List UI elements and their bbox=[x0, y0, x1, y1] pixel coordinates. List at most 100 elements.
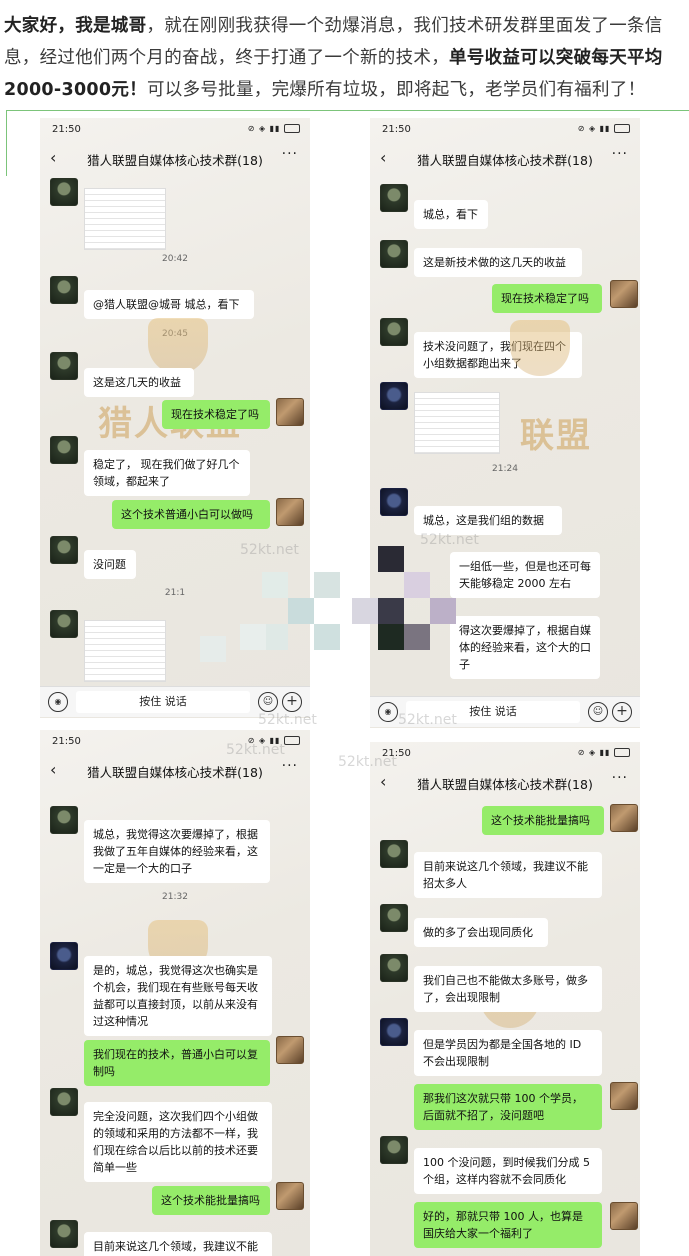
input-bar: ◉ 按住 说话 ☺ + bbox=[40, 686, 310, 717]
message-bubble: 没问题 bbox=[84, 550, 136, 579]
more-icon[interactable]: ··· bbox=[612, 146, 628, 162]
avatar[interactable] bbox=[50, 942, 78, 970]
status-icons: ⊘ ◈ ▮▮ bbox=[578, 748, 630, 757]
avatar-self[interactable] bbox=[276, 398, 304, 426]
avatar[interactable] bbox=[50, 610, 78, 638]
message-bubble-self: 那我们这次就只带 100 个学员，后面就不招了，没问题吧 bbox=[414, 1084, 602, 1130]
plus-icon[interactable]: + bbox=[612, 702, 632, 722]
avatar-self[interactable] bbox=[610, 1202, 638, 1230]
message-bubble: 城总，这是我们组的数据 bbox=[414, 506, 562, 535]
avatar[interactable] bbox=[380, 488, 408, 516]
message-bubble: 城总，看下 bbox=[414, 200, 488, 229]
avatar[interactable] bbox=[380, 954, 408, 982]
message-bubble-self: 现在技术稳定了吗 bbox=[162, 400, 270, 429]
image-message[interactable] bbox=[414, 392, 500, 454]
status-bar: 21:50 ⊘ ◈ ▮▮ bbox=[370, 742, 640, 764]
message-bubble: 做的多了会出现同质化 bbox=[414, 918, 548, 947]
logo-watermark: 联盟 bbox=[520, 416, 592, 456]
avatar[interactable] bbox=[50, 806, 78, 834]
avatar[interactable] bbox=[380, 1018, 408, 1046]
message-bubble: 100 个没问题，到时候我们分成 5 个组，这样内容就不会同质化 bbox=[414, 1148, 602, 1194]
avatar-self[interactable] bbox=[276, 1036, 304, 1064]
message-bubble: 目前来说这几个领域，我建议不能招太多人 bbox=[414, 852, 602, 898]
status-bar: 21:50 ⊘ ◈ ▮▮ bbox=[40, 730, 310, 752]
emoji-icon[interactable]: ☺ bbox=[588, 702, 608, 722]
avatar-self[interactable] bbox=[610, 804, 638, 832]
intro-ending: 可以多号批量，完爆所有垃圾，即将起飞，老学员们有福利了！ bbox=[146, 80, 646, 100]
intro-paragraph: 大家好，我是城哥，就在刚刚我获得一个劲爆消息，我们技术研发群里面发了一条信息，经… bbox=[4, 10, 684, 106]
avatar[interactable] bbox=[380, 240, 408, 268]
status-time: 21:50 bbox=[52, 736, 81, 747]
timestamp: 20:42 bbox=[162, 254, 188, 264]
image-message[interactable] bbox=[84, 620, 166, 682]
more-icon[interactable]: ··· bbox=[282, 146, 298, 162]
message-bubble: @猎人联盟@城哥 城总，看下 bbox=[84, 290, 254, 319]
hold-to-talk-button[interactable]: 按住 说话 bbox=[406, 701, 580, 723]
group-title: 猎人联盟自媒体核心技术群(18) bbox=[417, 777, 593, 792]
green-divider-vertical bbox=[6, 110, 7, 176]
avatar[interactable] bbox=[380, 184, 408, 212]
chat-titlebar: ‹ 猎人联盟自媒体核心技术群(18) ··· bbox=[40, 142, 310, 174]
status-icons: ⊘ ◈ ▮▮ bbox=[248, 124, 300, 133]
hold-to-talk-button[interactable]: 按住 说话 bbox=[76, 691, 250, 713]
message-bubble: 得这次要爆掉了，根据自媒体的经验来看，这个大的口子 bbox=[450, 616, 600, 679]
avatar[interactable] bbox=[380, 382, 408, 410]
avatar[interactable] bbox=[380, 318, 408, 346]
voice-icon[interactable]: ◉ bbox=[48, 692, 68, 712]
more-icon[interactable]: ··· bbox=[612, 770, 628, 786]
chat-screenshot-4: 21:50 ⊘ ◈ ▮▮ ‹ 猎人联盟自媒体核心技术群(18) ··· 这个技术… bbox=[370, 742, 640, 1256]
avatar[interactable] bbox=[50, 1088, 78, 1116]
avatar[interactable] bbox=[50, 536, 78, 564]
avatar[interactable] bbox=[50, 1220, 78, 1248]
avatar[interactable] bbox=[380, 840, 408, 868]
message-bubble-self: 现在技术稳定了吗 bbox=[492, 284, 602, 313]
avatar-self[interactable] bbox=[276, 1182, 304, 1210]
chat-screenshot-3: 21:50 ⊘ ◈ ▮▮ ‹ 猎人联盟自媒体核心技术群(18) ··· 城总，我… bbox=[40, 730, 310, 1256]
battery-icon bbox=[284, 736, 300, 745]
chat-titlebar: ‹ 猎人联盟自媒体核心技术群(18) ··· bbox=[40, 754, 310, 786]
timestamp: 21:24 bbox=[492, 464, 518, 474]
status-time: 21:50 bbox=[382, 748, 411, 759]
status-icons: ⊘ ◈ ▮▮ bbox=[248, 736, 300, 745]
message-bubble: 这是新技术做的这几天的收益 bbox=[414, 248, 582, 277]
message-bubble-self: 这个技术普通小白可以做吗 bbox=[112, 500, 270, 529]
battery-icon bbox=[614, 124, 630, 133]
status-bar: 21:50 ⊘ ◈ ▮▮ bbox=[40, 118, 310, 140]
plus-icon[interactable]: + bbox=[282, 692, 302, 712]
avatar[interactable] bbox=[50, 178, 78, 206]
status-bar: 21:50 ⊘ ◈ ▮▮ bbox=[370, 118, 640, 140]
avatar[interactable] bbox=[380, 1136, 408, 1164]
message-bubble: 一组低一些，但是也还可每天能够稳定 2000 左右 bbox=[450, 552, 600, 598]
message-bubble: 城总，我觉得这次要爆掉了，根据我做了五年自媒体的经验来看，这一定是一个大的口子 bbox=[84, 820, 270, 883]
group-title: 猎人联盟自媒体核心技术群(18) bbox=[87, 765, 263, 780]
avatar-self[interactable] bbox=[610, 1082, 638, 1110]
avatar[interactable] bbox=[50, 436, 78, 464]
message-bubble: 这是这几天的收益 bbox=[84, 368, 194, 397]
avatar[interactable] bbox=[50, 352, 78, 380]
status-time: 21:50 bbox=[52, 124, 81, 135]
more-icon[interactable]: ··· bbox=[282, 758, 298, 774]
message-bubble-self: 这个技术能批量搞吗 bbox=[482, 806, 604, 835]
group-title: 猎人联盟自媒体核心技术群(18) bbox=[417, 153, 593, 168]
avatar[interactable] bbox=[50, 276, 78, 304]
message-bubble: 目前来说这几个领域，我建议不能 bbox=[84, 1232, 272, 1256]
emoji-icon[interactable]: ☺ bbox=[258, 692, 278, 712]
chat-titlebar: ‹ 猎人联盟自媒体核心技术群(18) ··· bbox=[370, 766, 640, 798]
message-bubble-self: 这个技术能批量搞吗 bbox=[152, 1186, 270, 1215]
status-icons: ⊘ ◈ ▮▮ bbox=[578, 124, 630, 133]
avatar-self[interactable] bbox=[610, 280, 638, 308]
chat-titlebar: ‹ 猎人联盟自媒体核心技术群(18) ··· bbox=[370, 142, 640, 174]
avatar[interactable] bbox=[380, 904, 408, 932]
message-bubble: 但是学员因为都是全国各地的 ID 不会出现限制 bbox=[414, 1030, 602, 1076]
timestamp: 21:32 bbox=[162, 892, 188, 902]
message-bubble: 是的，城总，我觉得这次也确实是个机会，我们现在有些账号每天收益都可以直接封顶，以… bbox=[84, 956, 272, 1036]
green-divider bbox=[6, 110, 689, 111]
input-bar: ◉ 按住 说话 ☺ + bbox=[370, 696, 640, 727]
battery-icon bbox=[614, 748, 630, 757]
message-bubble: 我们自己也不能做太多账号，做多了，会出现限制 bbox=[414, 966, 602, 1012]
avatar-self[interactable] bbox=[276, 498, 304, 526]
image-message[interactable] bbox=[84, 188, 166, 250]
voice-icon[interactable]: ◉ bbox=[378, 702, 398, 722]
message-bubble-self: 好的，那就只带 100 人，也算是国庆给大家一个福利了 bbox=[414, 1202, 602, 1248]
message-bubble: 完全没问题，这次我们四个小组做的领域和采用的方法都不一样，我们现在综合以后比以前… bbox=[84, 1102, 272, 1182]
